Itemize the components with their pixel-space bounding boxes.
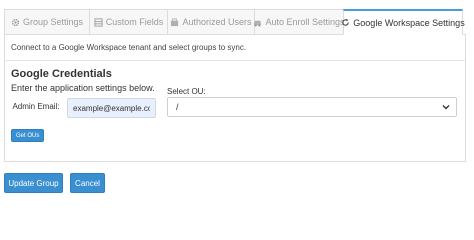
update-group-button[interactable]: Update Group bbox=[4, 173, 63, 193]
car-icon bbox=[253, 18, 262, 27]
ou-select[interactable]: / bbox=[167, 97, 457, 117]
google-workspace-panel: Connect to a Google Workspace tenant and… bbox=[4, 34, 466, 162]
chevron-down-icon bbox=[441, 102, 451, 112]
admin-email-field[interactable] bbox=[67, 98, 156, 118]
tab-auto-enroll-settings[interactable]: Auto Enroll Settings bbox=[253, 9, 345, 35]
cancel-button[interactable]: Cancel bbox=[70, 173, 105, 193]
divider bbox=[5, 60, 465, 61]
admin-email-label: Admin Email: bbox=[12, 102, 60, 111]
users-icon bbox=[170, 17, 179, 27]
tab-bar: Group Settings Custom Fields Authorized … bbox=[4, 9, 466, 35]
tab-label: Group Settings bbox=[22, 17, 84, 27]
tab-group-settings[interactable]: Group Settings bbox=[4, 9, 90, 35]
tab-label: Google Workspace Settings bbox=[353, 17, 465, 28]
tab-authorized-users[interactable]: Authorized Users bbox=[167, 9, 255, 35]
panel-intro-text: Connect to a Google Workspace tenant and… bbox=[11, 43, 247, 52]
tab-label: Auto Enroll Settings bbox=[265, 17, 345, 27]
tab-custom-fields[interactable]: Custom Fields bbox=[89, 9, 168, 35]
refresh-icon bbox=[341, 18, 350, 27]
select-ou-label: Select OU: bbox=[167, 87, 206, 96]
tab-label: Custom Fields bbox=[105, 17, 164, 27]
credentials-heading: Google Credentials bbox=[11, 68, 112, 80]
list-icon bbox=[94, 17, 103, 27]
gear-icon bbox=[11, 18, 20, 27]
tab-google-workspace-settings[interactable]: Google Workspace Settings bbox=[341, 9, 465, 35]
ou-selected-value: / bbox=[176, 102, 179, 112]
get-ous-button[interactable]: Get OUs bbox=[11, 129, 45, 142]
credentials-instructions: Enter the application settings below. bbox=[11, 83, 155, 93]
tab-label: Authorized Users bbox=[182, 17, 252, 27]
